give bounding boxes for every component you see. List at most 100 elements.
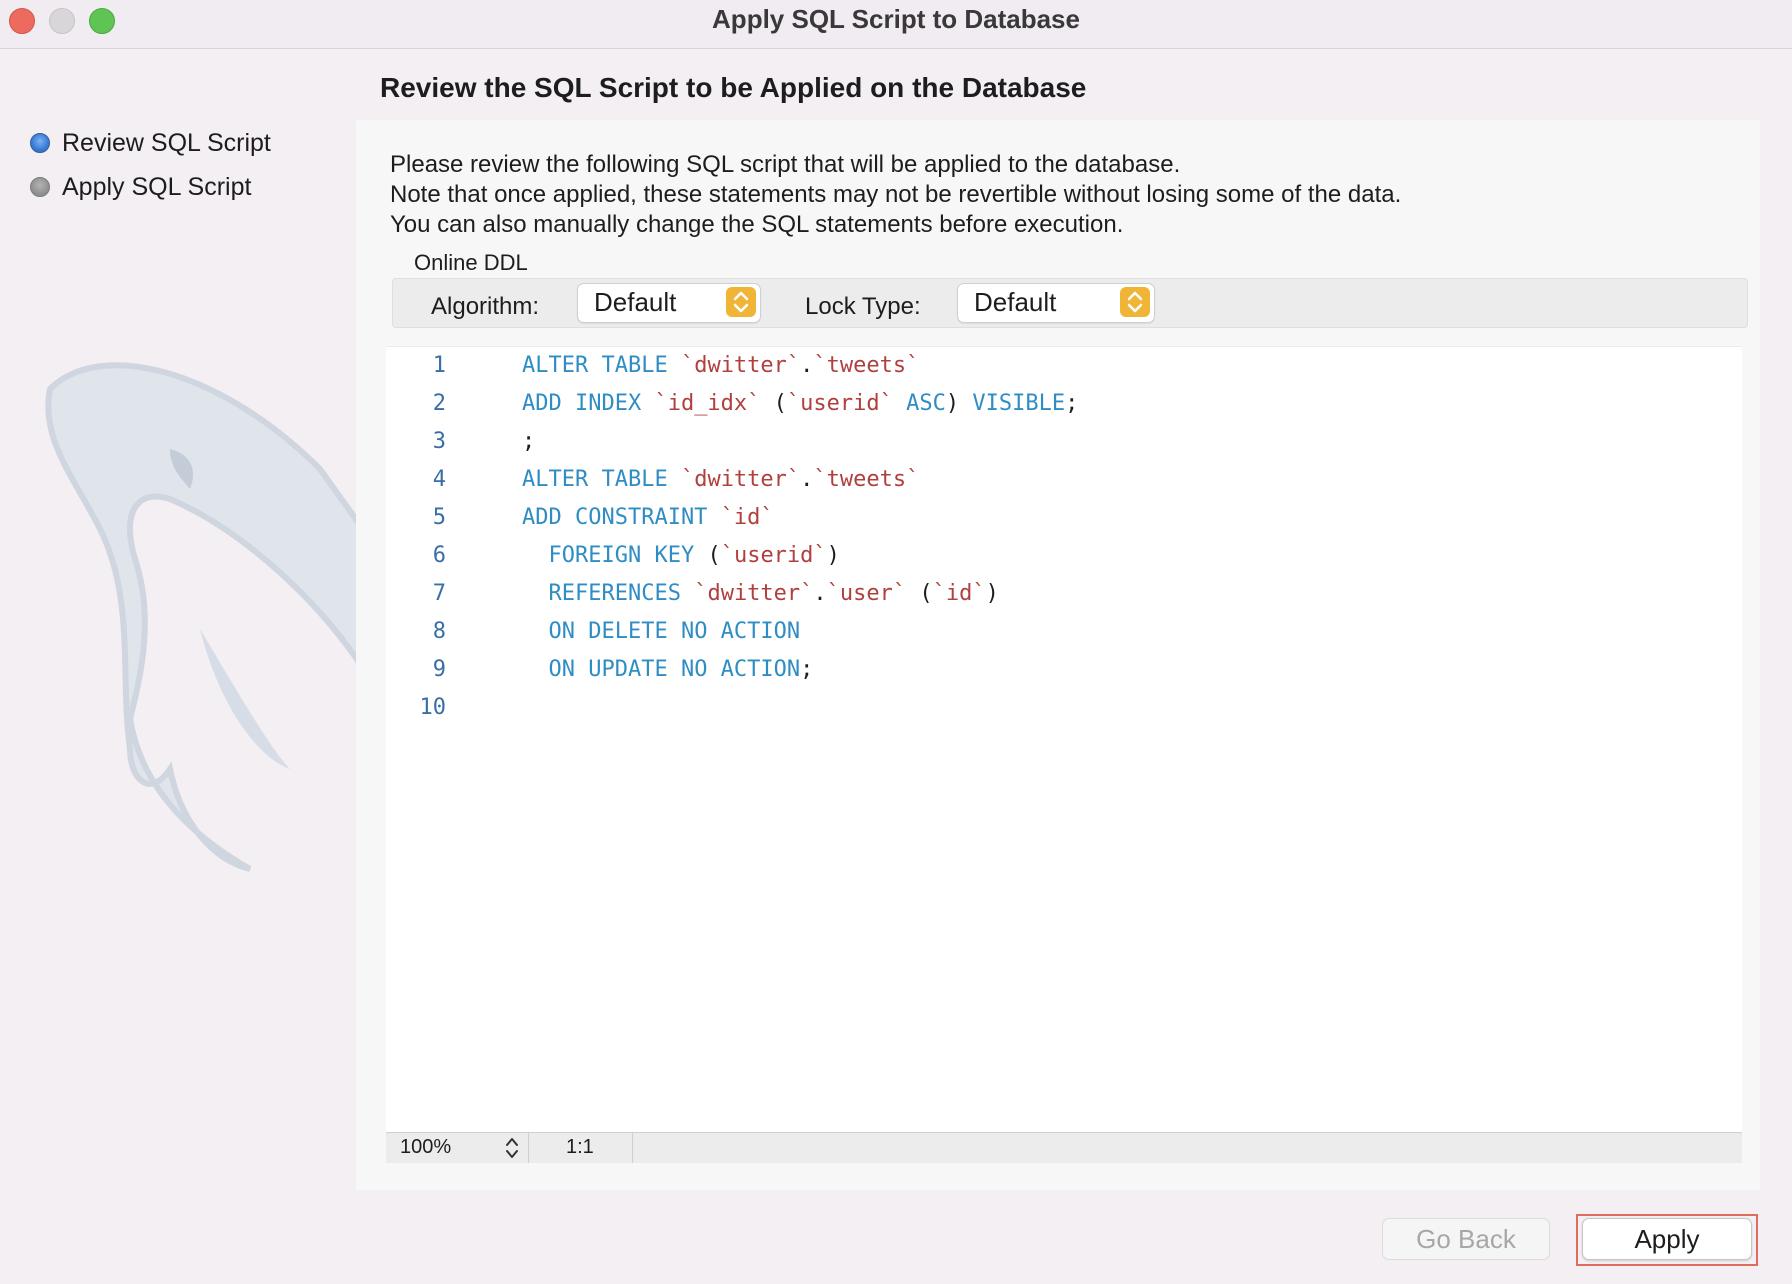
code-line: 4 ALTER TABLE `dwitter`.`tweets`: [386, 461, 1742, 499]
online-ddl-group-label: Online DDL: [414, 250, 528, 275]
line-number: 3: [432, 429, 446, 454]
code-text: ADD INDEX `id_idx` (`userid` ASC) VISIBL…: [522, 385, 1078, 423]
sql-punctuation: (: [707, 543, 721, 568]
sql-identifier: `tweets`: [813, 467, 920, 492]
step-pending-indicator-icon: [30, 177, 50, 197]
code-line: 5 ADD CONSTRAINT `id`: [386, 499, 1742, 537]
code-text: FOREIGN KEY (`userid`): [522, 537, 840, 575]
line-number: 7: [432, 581, 446, 606]
code-text: ALTER TABLE `dwitter`.`tweets`: [522, 347, 919, 385]
code-text: ON UPDATE NO ACTION;: [522, 651, 814, 689]
sql-punctuation: [522, 619, 549, 644]
sql-punctuation: (: [906, 581, 933, 606]
sql-punctuation: [522, 581, 549, 606]
code-line: 2 ADD INDEX `id_idx` (`userid` ASC) VISIB…: [386, 385, 1742, 423]
step-review-sql-script: Review SQL Script: [30, 123, 271, 163]
sql-script-editor[interactable]: 1 ALTER TABLE `dwitter`.`tweets` 2 ADD INDE…: [386, 346, 1742, 1135]
sql-keyword: ALTER TABLE: [522, 353, 681, 378]
sql-identifier: `id`: [720, 505, 774, 530]
page-heading: Review the SQL Script to be Applied on t…: [380, 72, 1087, 103]
description-line: You can also manually change the SQL sta…: [390, 211, 1124, 238]
code-line: 3;: [386, 423, 1742, 461]
online-ddl-group: Algorithm: Default Lock Type: Default: [392, 278, 1748, 328]
code-text: ON DELETE NO ACTION: [522, 613, 801, 651]
algorithm-label: Algorithm:: [431, 293, 540, 320]
algorithm-select-value: Default: [594, 287, 677, 317]
sql-identifier: `userid`: [720, 543, 827, 568]
code-line: 10: [386, 689, 1742, 727]
zoom-stepper-icon[interactable]: [504, 1135, 520, 1161]
sql-identifier: `dwitter`: [694, 581, 814, 606]
code-line: 8 ON DELETE NO ACTION: [386, 613, 1742, 651]
apply-button[interactable]: Apply: [1582, 1218, 1752, 1260]
sql-punctuation: [522, 543, 549, 568]
sql-identifier: `id`: [932, 581, 986, 606]
sql-punctuation: .: [813, 581, 827, 606]
editor-status-bar: 100% 1:1: [386, 1132, 1742, 1163]
sql-keyword: ALTER TABLE: [522, 467, 681, 492]
line-number: 5: [432, 505, 446, 530]
step-label: Review SQL Script: [62, 128, 271, 157]
chevron-up-down-icon: [1120, 287, 1150, 317]
title-bar: Apply SQL Script to Database: [0, 0, 1792, 49]
description-line: Note that once applied, these statements…: [390, 181, 1402, 208]
step-active-indicator-icon: [30, 133, 50, 153]
go-back-button[interactable]: Go Back: [1382, 1218, 1550, 1260]
sql-punctuation: ;: [800, 657, 814, 682]
lock-type-select[interactable]: Default: [957, 283, 1155, 323]
sql-punctuation: ;: [1065, 391, 1079, 416]
sql-punctuation: (: [760, 391, 787, 416]
window-title: Apply SQL Script to Database: [712, 4, 1080, 34]
sql-identifier: `id_idx`: [654, 391, 761, 416]
cursor-position: 1:1: [566, 1136, 594, 1158]
line-number: 9: [432, 657, 446, 682]
sql-identifier: `dwitter`: [680, 353, 801, 378]
line-number: 1: [432, 353, 446, 378]
wizard-steps-sidebar: Review SQL Script Apply SQL Script: [0, 49, 370, 1284]
code-line: 1 ALTER TABLE `dwitter`.`tweets`: [386, 347, 1742, 385]
chevron-up-down-icon: [726, 287, 756, 317]
sql-punctuation: ): [826, 543, 840, 568]
description-text: Please review the following SQL script t…: [390, 150, 1401, 240]
dialog-window: Apply SQL Script to Database Review SQL …: [0, 0, 1792, 1284]
line-number: 10: [419, 695, 447, 720]
sql-punctuation: ;: [522, 429, 536, 454]
code-text: ALTER TABLE `dwitter`.`tweets`: [522, 461, 919, 499]
code-text: ADD CONSTRAINT `id`: [522, 499, 774, 537]
sql-keyword: ADD INDEX: [522, 391, 655, 416]
sql-punctuation: .: [800, 467, 814, 492]
line-number: 8: [432, 619, 446, 644]
sql-keyword: VISIBLE: [972, 391, 1066, 416]
code-text: ;: [522, 423, 535, 461]
line-number: 6: [432, 543, 446, 568]
review-panel: Please review the following SQL script t…: [356, 120, 1760, 1190]
description-line: Please review the following SQL script t…: [390, 151, 1181, 178]
sql-keyword: FOREIGN KEY: [548, 543, 708, 568]
sql-punctuation: [522, 657, 549, 682]
algorithm-select[interactable]: Default: [577, 283, 761, 323]
step-label: Apply SQL Script: [62, 172, 252, 201]
zoom-level: 100%: [400, 1136, 452, 1158]
mysql-dolphin-watermark-icon: [45, 362, 370, 872]
lock-type-select-value: Default: [974, 287, 1057, 317]
sql-keyword: REFERENCES: [548, 581, 695, 606]
code-text: REFERENCES `dwitter`.`user` (`id`): [522, 575, 999, 613]
sql-identifier: `tweets`: [813, 353, 920, 378]
sql-identifier: `userid`: [786, 391, 893, 416]
lock-type-label: Lock Type:: [805, 293, 921, 320]
sql-keyword: ON DELETE NO ACTION: [548, 619, 801, 644]
code-line: 6 FOREIGN KEY (`userid`): [386, 537, 1742, 575]
line-number: 2: [432, 391, 446, 416]
sql-keyword: ADD CONSTRAINT: [522, 505, 721, 530]
sql-punctuation: .: [800, 353, 814, 378]
sql-identifier: `dwitter`: [680, 467, 801, 492]
sql-keyword: ON UPDATE NO ACTION: [548, 657, 801, 682]
sql-punctuation: ): [985, 581, 999, 606]
code-line: 7 REFERENCES `dwitter`.`user` (`id`): [386, 575, 1742, 613]
sql-keyword: ASC: [892, 391, 946, 416]
sql-punctuation: ): [945, 391, 973, 416]
status-separator: [528, 1133, 529, 1163]
status-separator: [632, 1133, 633, 1163]
line-number: 4: [432, 467, 446, 492]
step-apply-sql-script: Apply SQL Script: [30, 167, 251, 207]
